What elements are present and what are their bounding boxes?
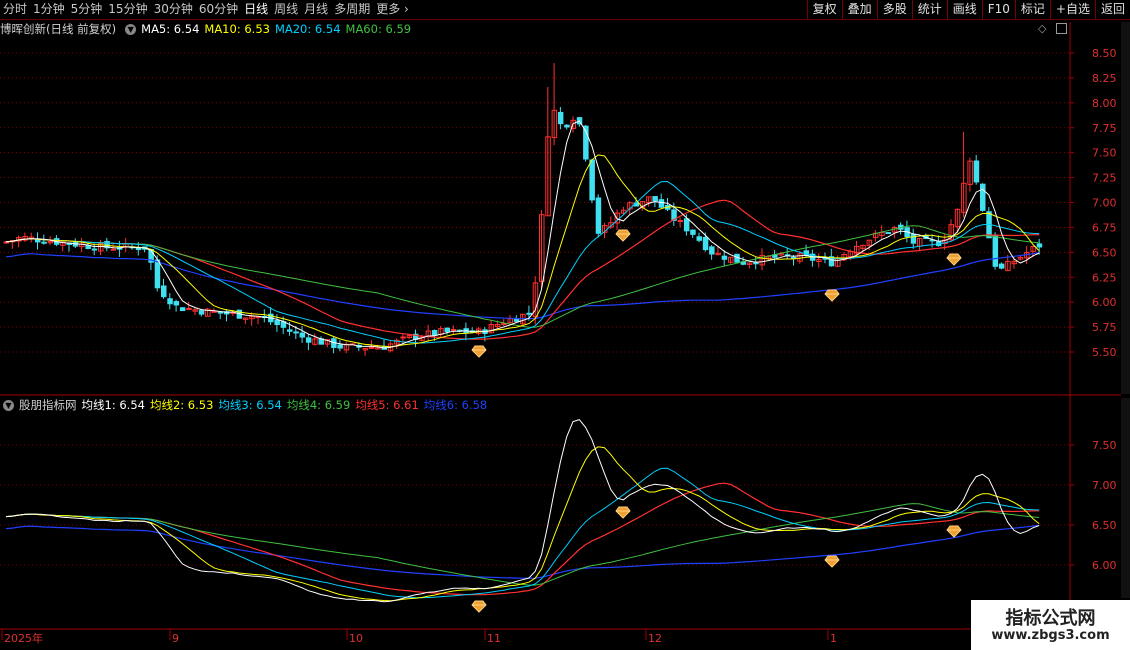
- diamond-signal-icon: [946, 525, 962, 538]
- candle-body: [293, 331, 299, 334]
- candle-body: [526, 312, 532, 315]
- indicator-line: [5, 524, 1040, 579]
- candle-body: [198, 310, 205, 315]
- ma-line: [5, 252, 1040, 320]
- axis-tick-label: 8.25: [1092, 72, 1117, 85]
- candle-body: [973, 160, 980, 183]
- candle-body: [337, 344, 343, 349]
- candle-body: [589, 159, 595, 201]
- axis-tick-label: 5.50: [1092, 346, 1117, 359]
- axis-tick-label: 7.00: [1092, 479, 1117, 492]
- candle-body: [702, 236, 709, 251]
- axis-tick-label: 8.50: [1092, 47, 1117, 60]
- candle-body: [658, 199, 665, 208]
- axis-tick-label: 7.00: [1092, 197, 1117, 210]
- diamond-signal-icon: [615, 506, 631, 519]
- candle-body: [35, 239, 41, 243]
- candle-body: [186, 308, 192, 311]
- candle-body: [557, 111, 564, 125]
- indicator-line: [5, 503, 1040, 586]
- candle-body: [980, 183, 986, 211]
- candle-body: [1036, 243, 1043, 248]
- axis-tick-label: 6.25: [1092, 271, 1117, 284]
- candle-body: [305, 337, 312, 343]
- candle-body: [885, 232, 891, 235]
- axis-tick-label: 7.50: [1092, 439, 1117, 452]
- candle-body: [274, 320, 280, 326]
- candle-body: [677, 220, 684, 223]
- candle-body: [753, 262, 759, 265]
- watermark-url: www.zbgs3.com: [991, 628, 1110, 643]
- axis-tick-label: 7.75: [1092, 122, 1117, 135]
- diamond-signal-icon: [471, 600, 487, 613]
- candle-body: [683, 218, 690, 232]
- candle-body: [910, 233, 917, 244]
- indicator-line: [5, 419, 1040, 603]
- candle-body: [368, 346, 375, 349]
- kline-chart[interactable]: 8.50 8.25 8.00 7.75 7.50 7.25 7.00 6.75 6.50 6.25…: [0, 0, 1130, 650]
- candle-body: [167, 298, 173, 305]
- candle-body: [998, 263, 1005, 269]
- watermark-title: 指标公式网: [1005, 608, 1096, 629]
- axis-tick-label: 7.25: [1092, 172, 1117, 185]
- candle-body: [161, 285, 167, 298]
- axis-tick-label: 6.00: [1092, 296, 1117, 309]
- ma-line: [5, 225, 1040, 328]
- date-label: 10: [349, 632, 363, 645]
- candle-body: [91, 248, 98, 251]
- candle-body: [211, 310, 217, 313]
- side-info-strip: [1121, 22, 1130, 394]
- candle-body: [444, 327, 450, 333]
- candle-body: [690, 229, 696, 235]
- candle-body: [696, 236, 702, 241]
- date-label: 1: [830, 632, 837, 645]
- axis-tick-label: 5.75: [1092, 321, 1117, 334]
- candle-body: [41, 241, 47, 244]
- axis-tick-label: 6.00: [1092, 559, 1117, 572]
- axis-tick-label: 7.50: [1092, 147, 1117, 160]
- side-info-strip: [1121, 398, 1130, 598]
- candle-body: [564, 124, 570, 128]
- diamond-signal-icon: [824, 289, 840, 302]
- candle-body: [431, 330, 438, 336]
- axis-tick-label: 6.50: [1092, 246, 1117, 259]
- date-label: 12: [648, 632, 662, 645]
- axis-tick-label: 6.50: [1092, 519, 1117, 532]
- candle-body: [287, 329, 293, 332]
- candle-body: [721, 255, 728, 260]
- candle-body: [110, 248, 117, 251]
- candle-body: [400, 336, 406, 339]
- date-label: 2025年: [4, 631, 43, 645]
- candle-body: [85, 245, 91, 249]
- axis-tick-label: 6.75: [1092, 221, 1117, 234]
- diamond-signal-icon: [471, 345, 487, 358]
- candle-body: [992, 234, 999, 267]
- candle-body: [450, 328, 457, 331]
- diamond-signal-icon: [615, 229, 631, 242]
- diamond-signal-icon: [946, 253, 962, 266]
- candle-body: [299, 332, 306, 338]
- candle-body: [709, 246, 715, 255]
- candle-body: [513, 318, 520, 322]
- candle-body: [595, 197, 602, 234]
- candle-body: [173, 301, 180, 306]
- date-label: 11: [487, 632, 501, 645]
- date-label: 9: [172, 632, 179, 645]
- axis-tick-label: 8.00: [1092, 97, 1117, 110]
- candle-body: [154, 259, 161, 289]
- candle-body: [179, 307, 186, 312]
- watermark-logo: 指标公式网 www.zbgs3.com: [971, 600, 1130, 650]
- candle-body: [652, 196, 658, 202]
